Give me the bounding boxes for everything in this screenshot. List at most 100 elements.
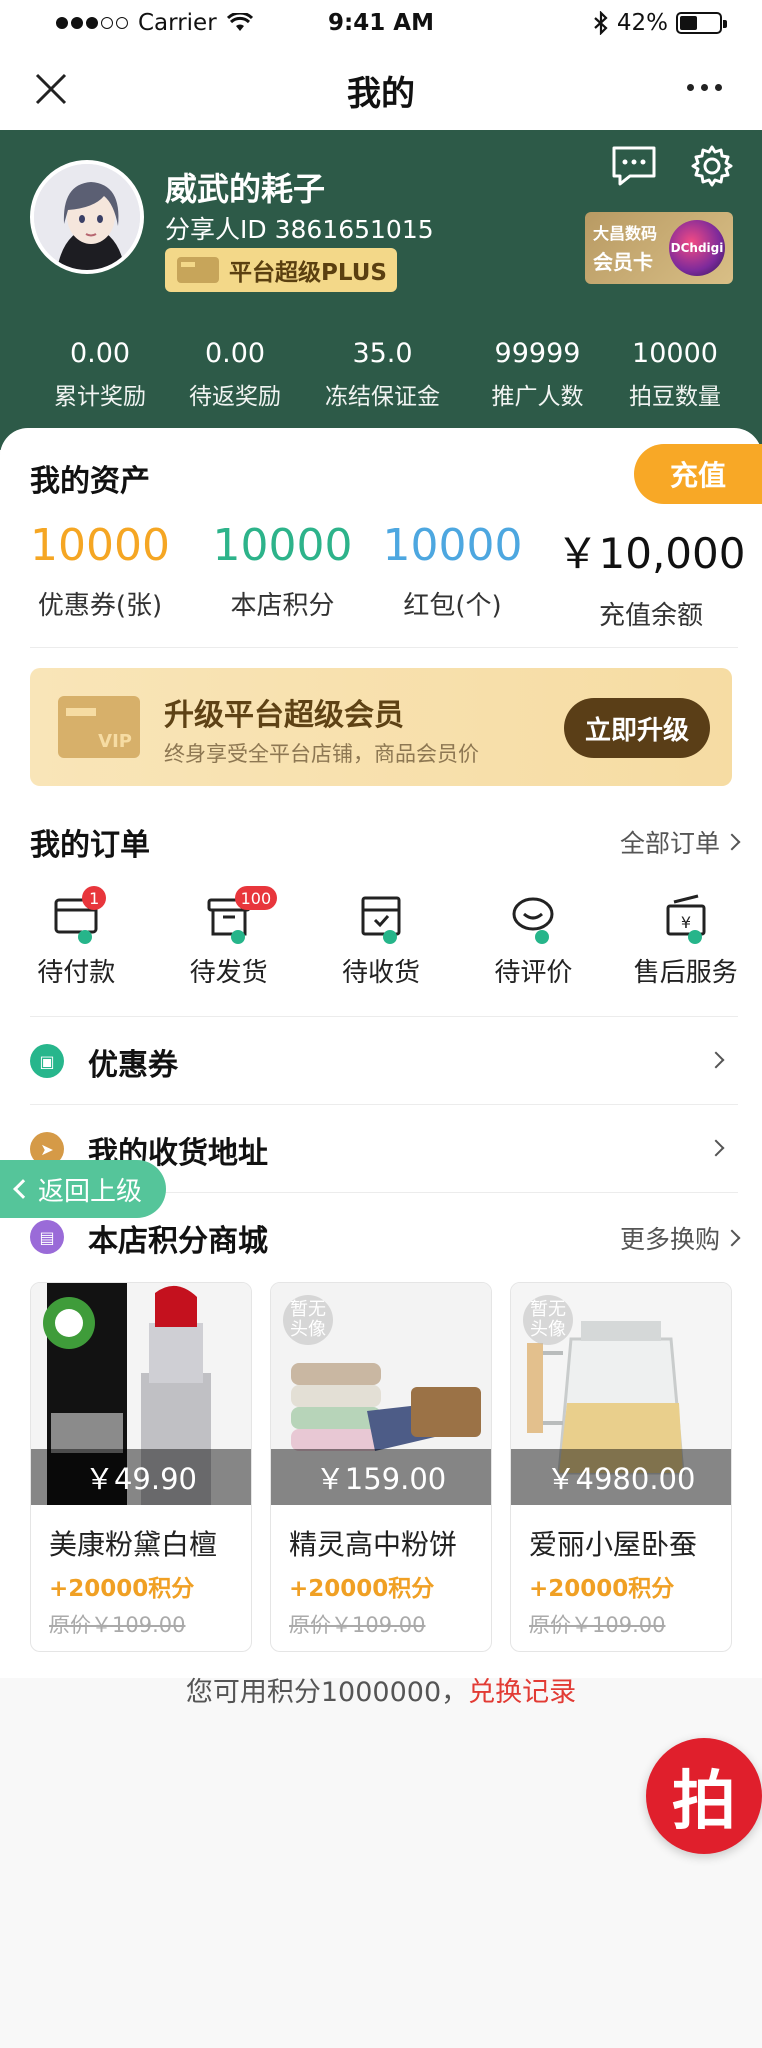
order-label: 售后服务 <box>633 958 738 988</box>
asset-label: 优惠券(张) <box>37 591 163 621</box>
order-badge: 1 <box>82 886 107 910</box>
order-label: 待收货 <box>341 958 420 988</box>
order-after-sales[interactable]: ¥ 售后服务 <box>610 892 762 989</box>
stat-value: 10000 <box>632 338 718 369</box>
asset-red-packets[interactable]: 10000 红包(个) <box>365 520 540 632</box>
upgrade-title: 升级平台超级会员 <box>164 698 404 733</box>
coupons-label: 优惠券 <box>88 1048 178 1083</box>
assets-title: 我的资产 <box>30 464 150 499</box>
status-right: 42% <box>593 10 727 36</box>
stat-label: 待返奖励 <box>189 384 281 410</box>
avatar[interactable] <box>30 160 144 274</box>
message-icon[interactable] <box>610 144 658 188</box>
coupons-row[interactable]: ▣ 优惠券 <box>30 1018 738 1104</box>
order-pending-receipt[interactable]: 待收货 <box>305 892 457 989</box>
asset-value: 10000 <box>382 520 523 571</box>
upgrade-now-button[interactable]: 立即升级 <box>564 698 710 758</box>
stat-value: 0.00 <box>204 338 266 369</box>
assets-row: 10000 优惠券(张) 10000 本店积分 10000 红包(个) ￥10,000… <box>0 520 762 632</box>
package-check-icon <box>357 892 405 944</box>
stat-promoters[interactable]: 99999 推广人数 <box>465 338 610 411</box>
chevron-right-icon <box>707 1139 725 1157</box>
more-exchange-link[interactable]: 更多换购 <box>619 1220 741 1256</box>
product-card[interactable]: ￥49.90 美康粉黛白檀 +20000积分 原价￥109.00 <box>30 1282 252 1652</box>
asset-label: 充值余额 <box>598 601 703 631</box>
product-price: ￥159.00 <box>271 1449 491 1505</box>
upgrade-subtitle: 终身享受全平台店铺，商品会员价 <box>164 742 479 766</box>
product-name: 美康粉黛白檀 <box>49 1528 218 1561</box>
asset-points[interactable]: 10000 本店积分 <box>200 520 365 632</box>
available-points-text: 您可用积分1000000， <box>185 1677 469 1708</box>
available-points: 您可用积分1000000，兑换记录 <box>0 1670 762 1709</box>
auction-float-button[interactable]: 拍 <box>646 1738 762 1854</box>
stat-pending-reward[interactable]: 0.00 待返奖励 <box>170 338 300 411</box>
orders-title: 我的订单 <box>30 828 150 863</box>
asset-label: 红包(个) <box>403 591 502 621</box>
order-pending-payment[interactable]: 1 待付款 <box>0 886 152 989</box>
order-label: 待付款 <box>37 958 116 988</box>
no-avatar-placeholder: 暂无头像 <box>283 1295 333 1345</box>
product-name: 爱丽小屋卧蚕 <box>529 1528 698 1561</box>
product-points: +20000积分 <box>289 1576 435 1602</box>
stat-label: 拍豆数量 <box>629 384 721 410</box>
status-bar: Carrier 9:41 AM 42% <box>0 0 762 48</box>
vip-card-icon <box>177 257 219 283</box>
bluetooth-icon <box>594 11 608 35</box>
asset-coupons[interactable]: 10000 优惠券(张) <box>0 520 200 632</box>
stats-row: 0.00 累计奖励 0.00 待返奖励 35.0 冻结保证金 99999 推广人数 10… <box>0 338 762 411</box>
product-price: ￥4980.00 <box>511 1449 731 1505</box>
product-price: ￥49.90 <box>31 1449 251 1505</box>
order-pending-shipment[interactable]: 100 待发货 <box>152 886 304 989</box>
nav-bar: 我的 <box>0 48 762 130</box>
product-card[interactable]: 暂无头像 ￥159.00 精灵高中粉饼 +20000积分 原价￥109.00 <box>270 1282 492 1652</box>
share-id: 分享人ID 3861651015 <box>165 215 434 244</box>
chevron-left-icon <box>13 1179 33 1199</box>
order-status-row: 1 待付款 100 待发货 待收货 待评价 ¥ 售后服务 <box>0 886 762 989</box>
asset-value: 10000 <box>212 520 353 571</box>
upgrade-banner[interactable]: 升级平台超级会员 终身享受全平台店铺，商品会员价 立即升级 <box>30 668 732 786</box>
more-exchange-label: 更多换购 <box>619 1225 720 1254</box>
stat-frozen-deposit[interactable]: 35.0 冻结保证金 <box>300 338 465 411</box>
product-card[interactable]: 暂无头像 ￥4980.00 爱丽小屋卧蚕 +20000积分 原价￥109.00 <box>510 1282 732 1652</box>
stat-label: 累计奖励 <box>54 384 146 410</box>
product-points: +20000积分 <box>529 1576 675 1602</box>
more-options-icon[interactable] <box>687 84 722 91</box>
product-image: 暂无头像 ￥159.00 <box>271 1283 491 1505</box>
product-list: ￥49.90 美康粉黛白檀 +20000积分 原价￥109.00 暂无头像 ￥1… <box>30 1282 732 1652</box>
product-points: +20000积分 <box>49 1576 195 1602</box>
chevron-right-icon <box>723 833 741 851</box>
order-pending-review[interactable]: 待评价 <box>457 892 609 989</box>
product-original-price: 原价￥109.00 <box>289 1613 426 1637</box>
asset-balance[interactable]: ￥10,000 充值余额 <box>540 520 762 632</box>
stat-value: 35.0 <box>352 338 413 369</box>
battery-icon <box>676 12 727 34</box>
asset-value: ￥10,000 <box>556 529 746 578</box>
profile-header: 威武的耗子 分享人ID 3861651015 平台超级PLUS 大昌数码 会员卡… <box>0 130 762 450</box>
asset-value: 10000 <box>30 520 170 571</box>
exchange-history-link[interactable]: 兑换记录 <box>468 1677 576 1708</box>
stat-value: 99999 <box>494 338 581 369</box>
order-label: 待发货 <box>189 958 268 988</box>
battery-percent: 42% <box>616 10 668 36</box>
stat-beans[interactable]: 10000 拍豆数量 <box>610 338 740 411</box>
asset-label: 本店积分 <box>230 591 335 621</box>
stat-total-reward[interactable]: 0.00 累计奖励 <box>30 338 170 411</box>
vip-level-badge[interactable]: 平台超级PLUS <box>165 248 397 292</box>
divider <box>30 647 738 648</box>
svg-text:¥: ¥ <box>681 913 691 932</box>
store-icon: ▤ <box>30 1220 64 1254</box>
vip-level-label: 平台超级PLUS <box>229 260 387 286</box>
divider <box>30 1104 738 1105</box>
recharge-button[interactable]: 充值 <box>634 444 762 504</box>
member-card[interactable]: 大昌数码 会员卡 DChdigi <box>585 212 733 284</box>
divider <box>30 1016 738 1017</box>
stat-label: 冻结保证金 <box>325 384 440 410</box>
user-name: 威武的耗子 <box>165 170 326 208</box>
product-name: 精灵高中粉饼 <box>289 1528 458 1561</box>
gear-icon[interactable] <box>690 144 734 188</box>
all-orders-link[interactable]: 全部订单 <box>620 824 741 860</box>
back-button[interactable]: 返回上级 <box>0 1160 166 1218</box>
assets-card: 我的资产 充值 10000 优惠券(张) 10000 本店积分 10000 红包(个)… <box>0 428 762 648</box>
comment-icon <box>509 892 557 944</box>
vip-card-icon <box>58 696 140 758</box>
